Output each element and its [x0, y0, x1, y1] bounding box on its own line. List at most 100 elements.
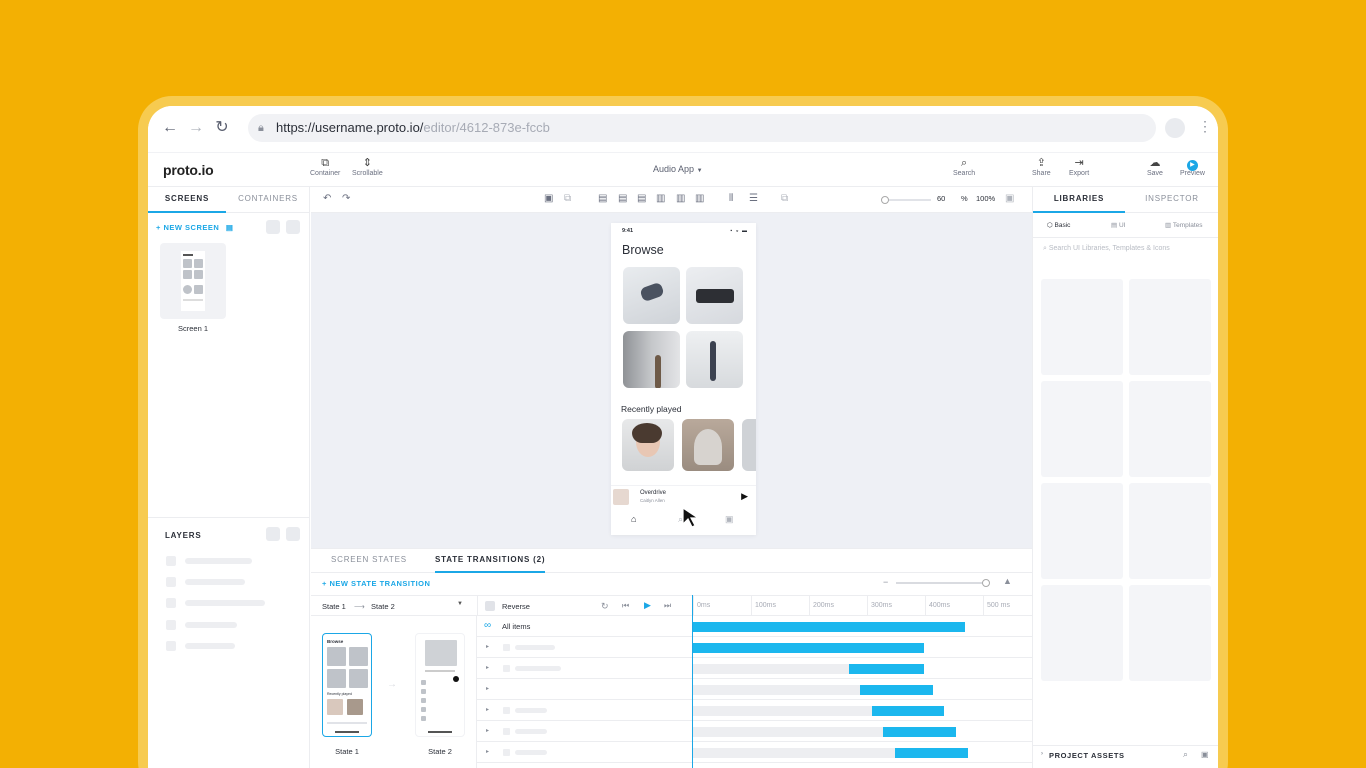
library-item-placeholder[interactable]: [1129, 381, 1211, 477]
transition-row[interactable]: ▸: [477, 679, 1032, 700]
align-right-icon[interactable]: ▤: [637, 193, 646, 204]
library-icon[interactable]: ▣: [725, 514, 734, 525]
recent-photo-woman[interactable]: [622, 419, 674, 471]
transition-row[interactable]: ▸: [477, 700, 1032, 721]
expand-caret-icon[interactable]: ▸: [486, 685, 489, 692]
play-icon[interactable]: ▶: [644, 600, 651, 611]
transition-row-all-items[interactable]: ∞ All items: [477, 616, 1032, 637]
tab-state-transitions[interactable]: STATE TRANSITIONS (2): [435, 549, 546, 573]
new-state-transition-button[interactable]: + NEW STATE TRANSITION: [322, 579, 430, 588]
transition-duration-bar[interactable]: [692, 643, 924, 653]
loop-icon[interactable]: ↻: [601, 601, 609, 612]
container-tool-button[interactable]: ⧉ Container: [310, 156, 340, 177]
home-icon[interactable]: ⌂: [631, 514, 636, 524]
align-top-icon[interactable]: ▥: [656, 193, 665, 204]
scrollable-tool-button[interactable]: ⇕ Scrollable: [352, 156, 383, 177]
recent-photo-hoodie[interactable]: [682, 419, 734, 471]
transition-duration-bar[interactable]: [692, 622, 965, 632]
recent-photo-partial[interactable]: [742, 419, 756, 471]
album-photo-yoga[interactable]: [686, 331, 743, 388]
timeline-zoom-knob[interactable]: [982, 579, 990, 587]
redo-icon[interactable]: ↷: [342, 193, 350, 204]
project-assets-section[interactable]: › PROJECT ASSETS ⌕ ▣: [1033, 745, 1218, 765]
tab-inspector[interactable]: INSPECTOR: [1125, 187, 1218, 213]
image-icon[interactable]: ▣: [1201, 750, 1209, 759]
layers-option-button[interactable]: [286, 527, 300, 541]
skip-forward-icon[interactable]: ⏭︎: [664, 601, 671, 611]
lib-tab-ui[interactable]: ▤ UI: [1111, 221, 1125, 229]
phone-screen-preview[interactable]: 9:41 ▪ ◒ ▬ Browse Recently played Overdr…: [611, 223, 756, 535]
reload-icon[interactable]: ↻: [212, 118, 232, 138]
ungroup-icon[interactable]: ⧉: [564, 193, 571, 204]
skip-back-icon[interactable]: ⏮︎: [622, 601, 629, 611]
list-view-button[interactable]: [286, 220, 300, 234]
align-center-icon[interactable]: ▤: [618, 193, 627, 204]
new-screen-button[interactable]: + NEW SCREEN ▤: [156, 223, 234, 232]
album-photo-dancer[interactable]: [623, 267, 680, 324]
expand-caret-icon[interactable]: ▸: [486, 748, 489, 755]
album-photo-turntable[interactable]: [686, 267, 743, 324]
zoom-fit-button[interactable]: 100%: [976, 194, 995, 203]
forward-arrow-icon[interactable]: →: [186, 118, 206, 138]
layers-option-button[interactable]: [266, 527, 280, 541]
more-vertical-icon[interactable]: ⋮: [1198, 118, 1212, 135]
transition-row[interactable]: ▸: [477, 742, 1032, 763]
lib-tab-basic[interactable]: ⬡ Basic: [1047, 221, 1070, 229]
arrange-icon[interactable]: ⧉: [781, 193, 788, 204]
transition-row[interactable]: ▸: [477, 721, 1032, 742]
mini-player[interactable]: Overdrive Caitlyn Allen ▶: [611, 485, 756, 507]
project-name-dropdown[interactable]: Audio App ▼: [653, 164, 703, 174]
timeline-playhead[interactable]: [692, 595, 693, 768]
screen-thumbnail[interactable]: [160, 243, 226, 319]
library-item-placeholder[interactable]: [1129, 483, 1211, 579]
expand-caret-icon[interactable]: ▸: [486, 664, 489, 671]
lib-tab-templates[interactable]: ▥ Templates: [1165, 221, 1202, 229]
align-bottom-icon[interactable]: ▥: [695, 193, 704, 204]
state-pair-select[interactable]: State 1 ⟶ State 2 ▼: [311, 595, 477, 616]
back-arrow-icon[interactable]: ←: [160, 118, 180, 138]
screen-options-icon[interactable]: ▤: [226, 223, 234, 232]
zoom-out-icon[interactable]: −: [883, 577, 888, 587]
state-2-thumbnail[interactable]: [415, 633, 465, 737]
library-item-placeholder[interactable]: [1041, 279, 1123, 375]
preview-button[interactable]: ▶ Preview: [1180, 156, 1205, 177]
share-button[interactable]: ⇪ Share: [1032, 156, 1051, 177]
transition-row[interactable]: ▸: [477, 658, 1032, 679]
transition-duration-bar[interactable]: [848, 664, 924, 674]
library-item-placeholder[interactable]: [1129, 585, 1211, 681]
distribute-vertical-icon[interactable]: ☰: [749, 193, 758, 204]
transition-row[interactable]: ▸: [477, 637, 1032, 658]
transition-duration-bar[interactable]: [871, 706, 945, 716]
expand-caret-icon[interactable]: ▸: [486, 727, 489, 734]
album-photo-guitar[interactable]: [623, 331, 680, 388]
search-tool-button[interactable]: ⌕ Search: [953, 156, 975, 177]
grid-view-button[interactable]: [266, 220, 280, 234]
zoom-slider[interactable]: [881, 196, 931, 204]
zoom-slider-knob[interactable]: [881, 196, 889, 204]
align-middle-icon[interactable]: ▥: [676, 193, 685, 204]
play-icon[interactable]: ▶: [741, 491, 748, 502]
transition-duration-bar[interactable]: [895, 748, 968, 758]
tab-screens[interactable]: SCREENS: [148, 187, 226, 213]
address-bar[interactable]: 🔒︎ https://username.proto.io/editor/4612…: [248, 114, 1156, 142]
timeline-zoom-slider[interactable]: [896, 579, 990, 587]
transition-duration-bar[interactable]: [883, 727, 956, 737]
fit-screen-icon[interactable]: ▣: [1005, 193, 1014, 204]
export-button[interactable]: ⇥ Export: [1069, 156, 1089, 177]
profile-avatar[interactable]: [1165, 118, 1185, 138]
zoom-value[interactable]: 60: [937, 194, 945, 203]
distribute-horizontal-icon[interactable]: ⫴: [729, 193, 733, 204]
align-left-icon[interactable]: ▤: [598, 193, 607, 204]
save-button[interactable]: ☁ Save: [1147, 156, 1163, 177]
state-1-thumbnail[interactable]: Browse Recently played: [322, 633, 372, 737]
expand-caret-icon[interactable]: ▸: [486, 706, 489, 713]
library-item-placeholder[interactable]: [1041, 585, 1123, 681]
reverse-checkbox[interactable]: [485, 601, 495, 611]
undo-icon[interactable]: ↶: [323, 193, 331, 204]
transition-duration-bar[interactable]: [860, 685, 933, 695]
group-icon[interactable]: ▣: [544, 193, 553, 204]
library-item-placeholder[interactable]: [1041, 381, 1123, 477]
library-search-input[interactable]: ⌕ Search UI Libraries, Templates & Icons: [1043, 245, 1170, 253]
tab-libraries[interactable]: LIBRARIES: [1033, 187, 1125, 213]
library-item-placeholder[interactable]: [1041, 483, 1123, 579]
